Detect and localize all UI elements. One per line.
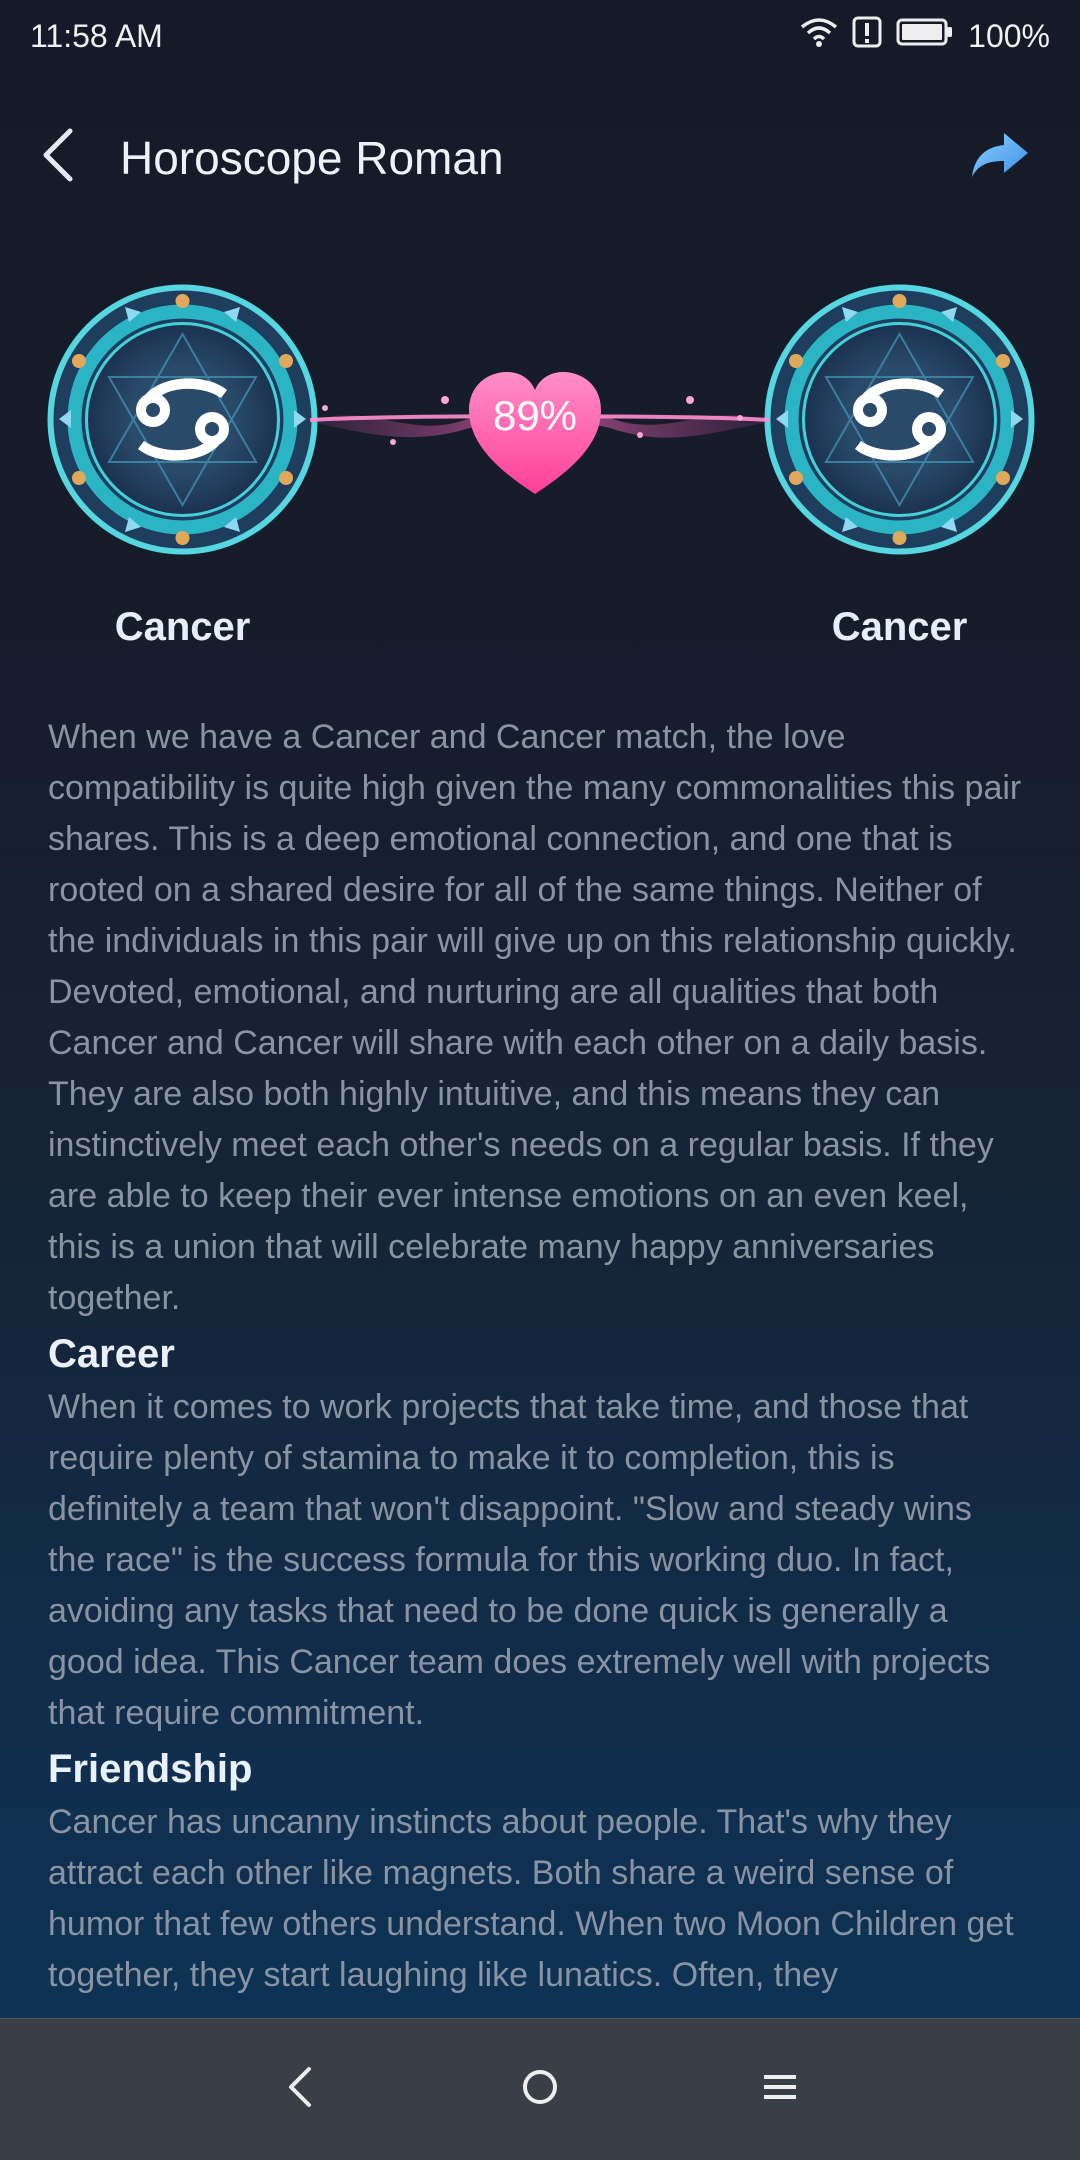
cancer-zodiac-icon (45, 284, 320, 561)
status-time: 11:58 AM (30, 17, 163, 54)
share-button[interactable] (960, 118, 1040, 198)
career-paragraph: When it comes to work projects that take… (48, 1388, 991, 1732)
back-button[interactable] (40, 123, 110, 193)
right-sign-badge (762, 282, 1037, 557)
cancer-zodiac-icon (762, 284, 1037, 561)
nav-home-button[interactable] (490, 2040, 590, 2140)
career-heading: Career (48, 1332, 175, 1376)
nav-home-icon (520, 2067, 560, 2112)
friendship-paragraph: Cancer has uncanny instincts about peopl… (48, 1803, 1014, 1994)
compatibility-percent: 89% (492, 392, 578, 439)
right-sign-name: Cancer (831, 605, 968, 649)
left-sign-name: Cancer (114, 605, 251, 649)
intro-paragraph: When we have a Cancer and Cancer match, … (48, 718, 1022, 1317)
alert-icon (852, 16, 882, 56)
chevron-left-icon (40, 127, 76, 188)
app-bar: Horoscope Roman (0, 100, 1080, 215)
share-arrow-icon (970, 131, 1030, 184)
nav-menu-icon (762, 2071, 798, 2108)
page-title: Horoscope Roman (120, 131, 504, 184)
nav-back-icon (285, 2065, 315, 2114)
battery-icon (896, 17, 954, 55)
wifi-icon (800, 17, 838, 55)
status-bar: 11:58 AM 100% (0, 0, 1080, 72)
system-nav-bar (0, 2018, 1080, 2160)
left-sign-badge (45, 282, 320, 557)
nav-menu-button[interactable] (730, 2040, 830, 2140)
battery-percent: 100% (968, 17, 1050, 54)
status-icons: 100% (800, 16, 1050, 56)
nav-back-button[interactable] (250, 2040, 350, 2140)
friendship-heading: Friendship (48, 1747, 253, 1791)
article-content: When we have a Cancer and Cancer match, … (48, 712, 1028, 2001)
